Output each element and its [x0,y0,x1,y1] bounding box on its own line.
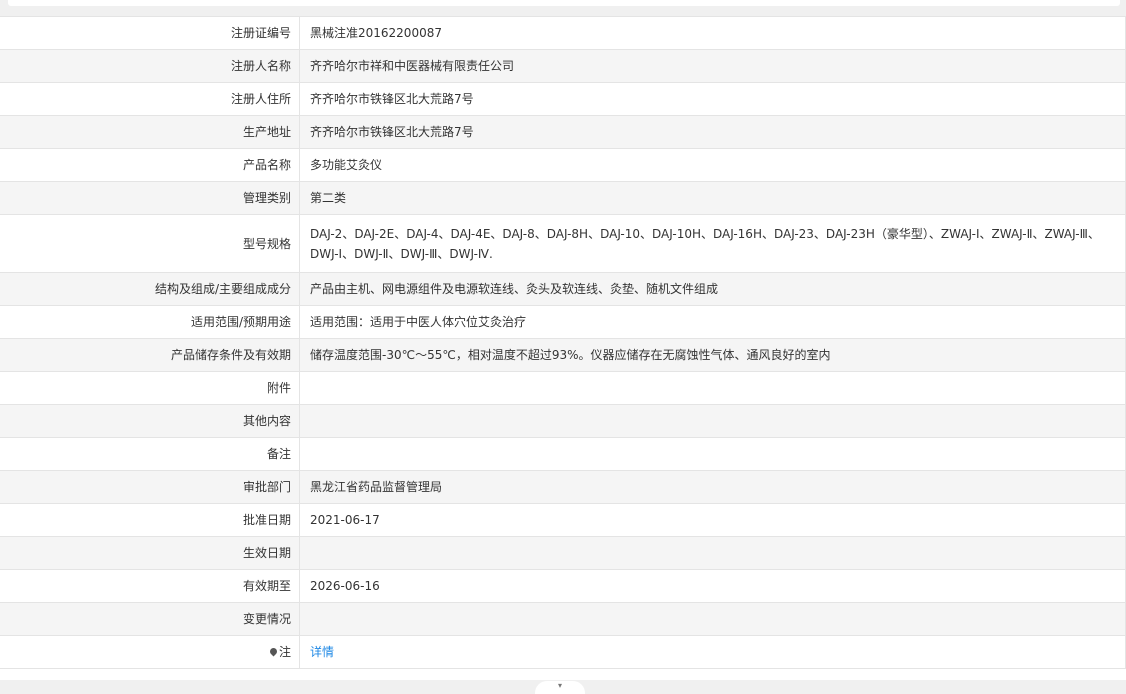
row-value: 齐齐哈尔市祥和中医器械有限责任公司 [299,49,1126,83]
row-value [299,602,1126,636]
table-row: 适用范围/预期用途 适用范围：适用于中医人体穴位艾灸治疗 [0,305,1126,339]
row-value [299,371,1126,405]
registration-detail-table: 注册证编号 黑械注准20162200087 注册人名称 齐齐哈尔市祥和中医器械有… [0,16,1126,669]
row-label: 产品名称 [0,148,300,182]
chevron-down-icon: ▾ [557,681,562,690]
row-label: 注 [0,635,300,669]
details-link[interactable]: 详情 [310,645,334,659]
table-row: 注 详情 [0,635,1126,669]
row-value: 详情 [299,635,1126,669]
table-row: 管理类别 第二类 [0,181,1126,215]
row-value: 齐齐哈尔市铁锋区北大荒路7号 [299,82,1126,116]
table-row: 产品名称 多功能艾灸仪 [0,148,1126,182]
table-row: 变更情况 [0,602,1126,636]
top-strip-card [8,0,1120,6]
row-value: 2026-06-16 [299,569,1126,603]
row-value: 适用范围：适用于中医人体穴位艾灸治疗 [299,305,1126,339]
row-label: 附件 [0,371,300,405]
row-value: 多功能艾灸仪 [299,148,1126,182]
row-value: 黑龙江省药品监督管理局 [299,470,1126,504]
row-value: 储存温度范围-30℃～55℃，相对温度不超过93%。仪器应储存在无腐蚀性气体、通… [299,338,1126,372]
row-label: 生产地址 [0,115,300,149]
note-label: 注 [278,645,291,659]
table-row: 注册人住所 齐齐哈尔市铁锋区北大荒路7号 [0,82,1126,116]
collapse-toggle[interactable]: ▾ [535,681,585,694]
row-value: 第二类 [299,181,1126,215]
row-value: 黑械注准20162200087 [299,16,1126,50]
top-strip [0,0,1126,16]
table-row: 备注 [0,437,1126,471]
row-label: 生效日期 [0,536,300,570]
row-label: 备注 [0,437,300,471]
row-label: 注册证编号 [0,16,300,50]
row-label: 审批部门 [0,470,300,504]
table-row: 附件 [0,371,1126,405]
row-label: 型号规格 [0,214,300,273]
row-label: 产品储存条件及有效期 [0,338,300,372]
row-value: 产品由主机、网电源组件及电源软连线、灸头及软连线、灸垫、随机文件组成 [299,272,1126,306]
row-value [299,536,1126,570]
table-row: 生产地址 齐齐哈尔市铁锋区北大荒路7号 [0,115,1126,149]
table-row: 注册证编号 黑械注准20162200087 [0,16,1126,50]
row-value: 2021-06-17 [299,503,1126,537]
row-value: DAJ-2、DAJ-2E、DAJ-4、DAJ-4E、DAJ-8、DAJ-8H、D… [299,214,1126,273]
row-label: 管理类别 [0,181,300,215]
row-label: 变更情况 [0,602,300,636]
row-label: 注册人名称 [0,49,300,83]
table-row: 型号规格 DAJ-2、DAJ-2E、DAJ-4、DAJ-4E、DAJ-8、DAJ… [0,214,1126,273]
row-label: 注册人住所 [0,82,300,116]
table-row: 其他内容 [0,404,1126,438]
row-label: 适用范围/预期用途 [0,305,300,339]
row-label: 批准日期 [0,503,300,537]
table-row: 批准日期 2021-06-17 [0,503,1126,537]
table-row: 注册人名称 齐齐哈尔市祥和中医器械有限责任公司 [0,49,1126,83]
table-row: 生效日期 [0,536,1126,570]
row-label: 结构及组成/主要组成成分 [0,272,300,306]
table-row: 审批部门 黑龙江省药品监督管理局 [0,470,1126,504]
row-label: 有效期至 [0,569,300,603]
row-value: 齐齐哈尔市铁锋区北大荒路7号 [299,115,1126,149]
table-row: 结构及组成/主要组成成分 产品由主机、网电源组件及电源软连线、灸头及软连线、灸垫… [0,272,1126,306]
row-value [299,437,1126,471]
table-row: 产品储存条件及有效期 储存温度范围-30℃～55℃，相对温度不超过93%。仪器应… [0,338,1126,372]
pin-icon [268,646,279,657]
row-value [299,404,1126,438]
row-label: 其他内容 [0,404,300,438]
table-row: 有效期至 2026-06-16 [0,569,1126,603]
